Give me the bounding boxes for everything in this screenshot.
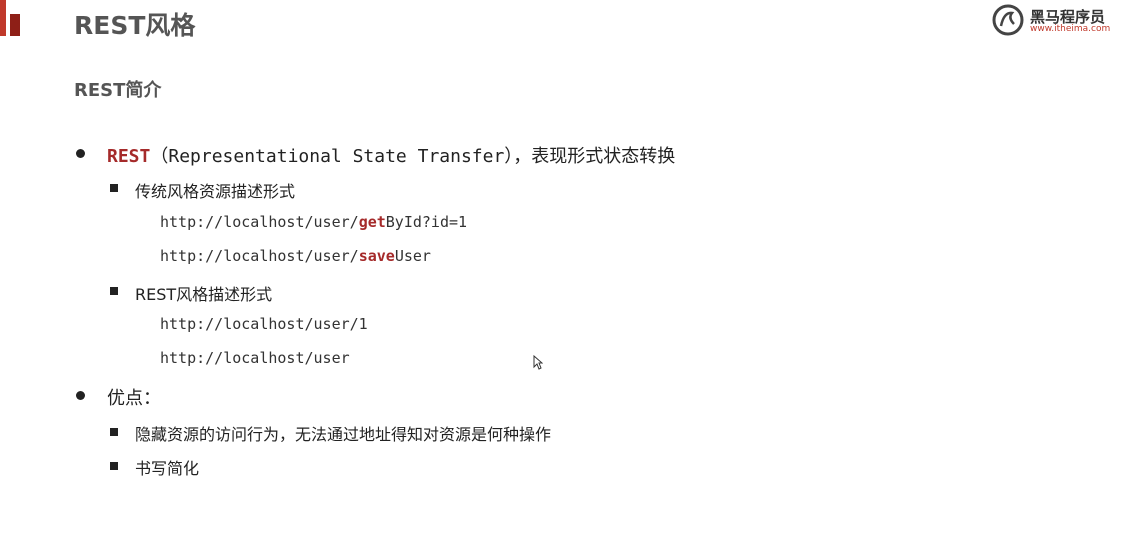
brand-url: www.itheima.com xyxy=(1030,24,1111,34)
bullet-dot-icon xyxy=(76,149,85,158)
url-prefix: http://localhost/user/ xyxy=(160,213,359,231)
url-highlight: get xyxy=(358,213,386,231)
rest-keyword: REST xyxy=(107,146,151,167)
slide: REST风格 REST简介 黑马程序员 www.itheima.com REST… xyxy=(0,0,1126,542)
advantage-item: 隐藏资源的访问行为，无法通过地址得知对资源是何种操作 xyxy=(135,425,552,444)
traditional-url-1: http://localhost/user/getById?id=1 xyxy=(160,213,467,231)
rest-description: （Representational State Transfer），表现形式状态… xyxy=(150,146,676,167)
bullet-square-icon xyxy=(110,287,118,295)
bullet-square-icon xyxy=(110,428,118,436)
url-suffix: User xyxy=(394,247,431,265)
url-prefix: http://localhost/user/ xyxy=(160,247,359,265)
page-title: REST风格 xyxy=(74,11,196,40)
advantages-label: 优点： xyxy=(107,388,161,409)
bullet-dot-icon xyxy=(76,391,85,400)
rest-url-1: http://localhost/user/1 xyxy=(160,315,368,333)
rest-url-2: http://localhost/user xyxy=(160,349,350,367)
url-highlight: save xyxy=(358,247,395,265)
rest-style-label: REST风格描述形式 xyxy=(135,285,273,304)
bullet-square-icon xyxy=(110,184,118,192)
mouse-cursor-icon xyxy=(533,355,543,370)
brand-logo-icon xyxy=(992,4,1024,36)
traditional-url-2: http://localhost/user/saveUser xyxy=(160,247,431,265)
left-edge-accent xyxy=(0,0,6,36)
section-subtitle: REST简介 xyxy=(74,80,162,101)
left-edge-accent-secondary xyxy=(10,14,20,36)
traditional-style-label: 传统风格资源描述形式 xyxy=(135,182,296,201)
url-suffix: ById?id=1 xyxy=(385,213,468,231)
bullet-square-icon xyxy=(110,462,118,470)
brand-logo: 黑马程序员 www.itheima.com xyxy=(992,2,1112,38)
advantage-item: 书写简化 xyxy=(135,459,200,478)
rest-definition: REST（Representational State Transfer），表现… xyxy=(107,142,675,168)
